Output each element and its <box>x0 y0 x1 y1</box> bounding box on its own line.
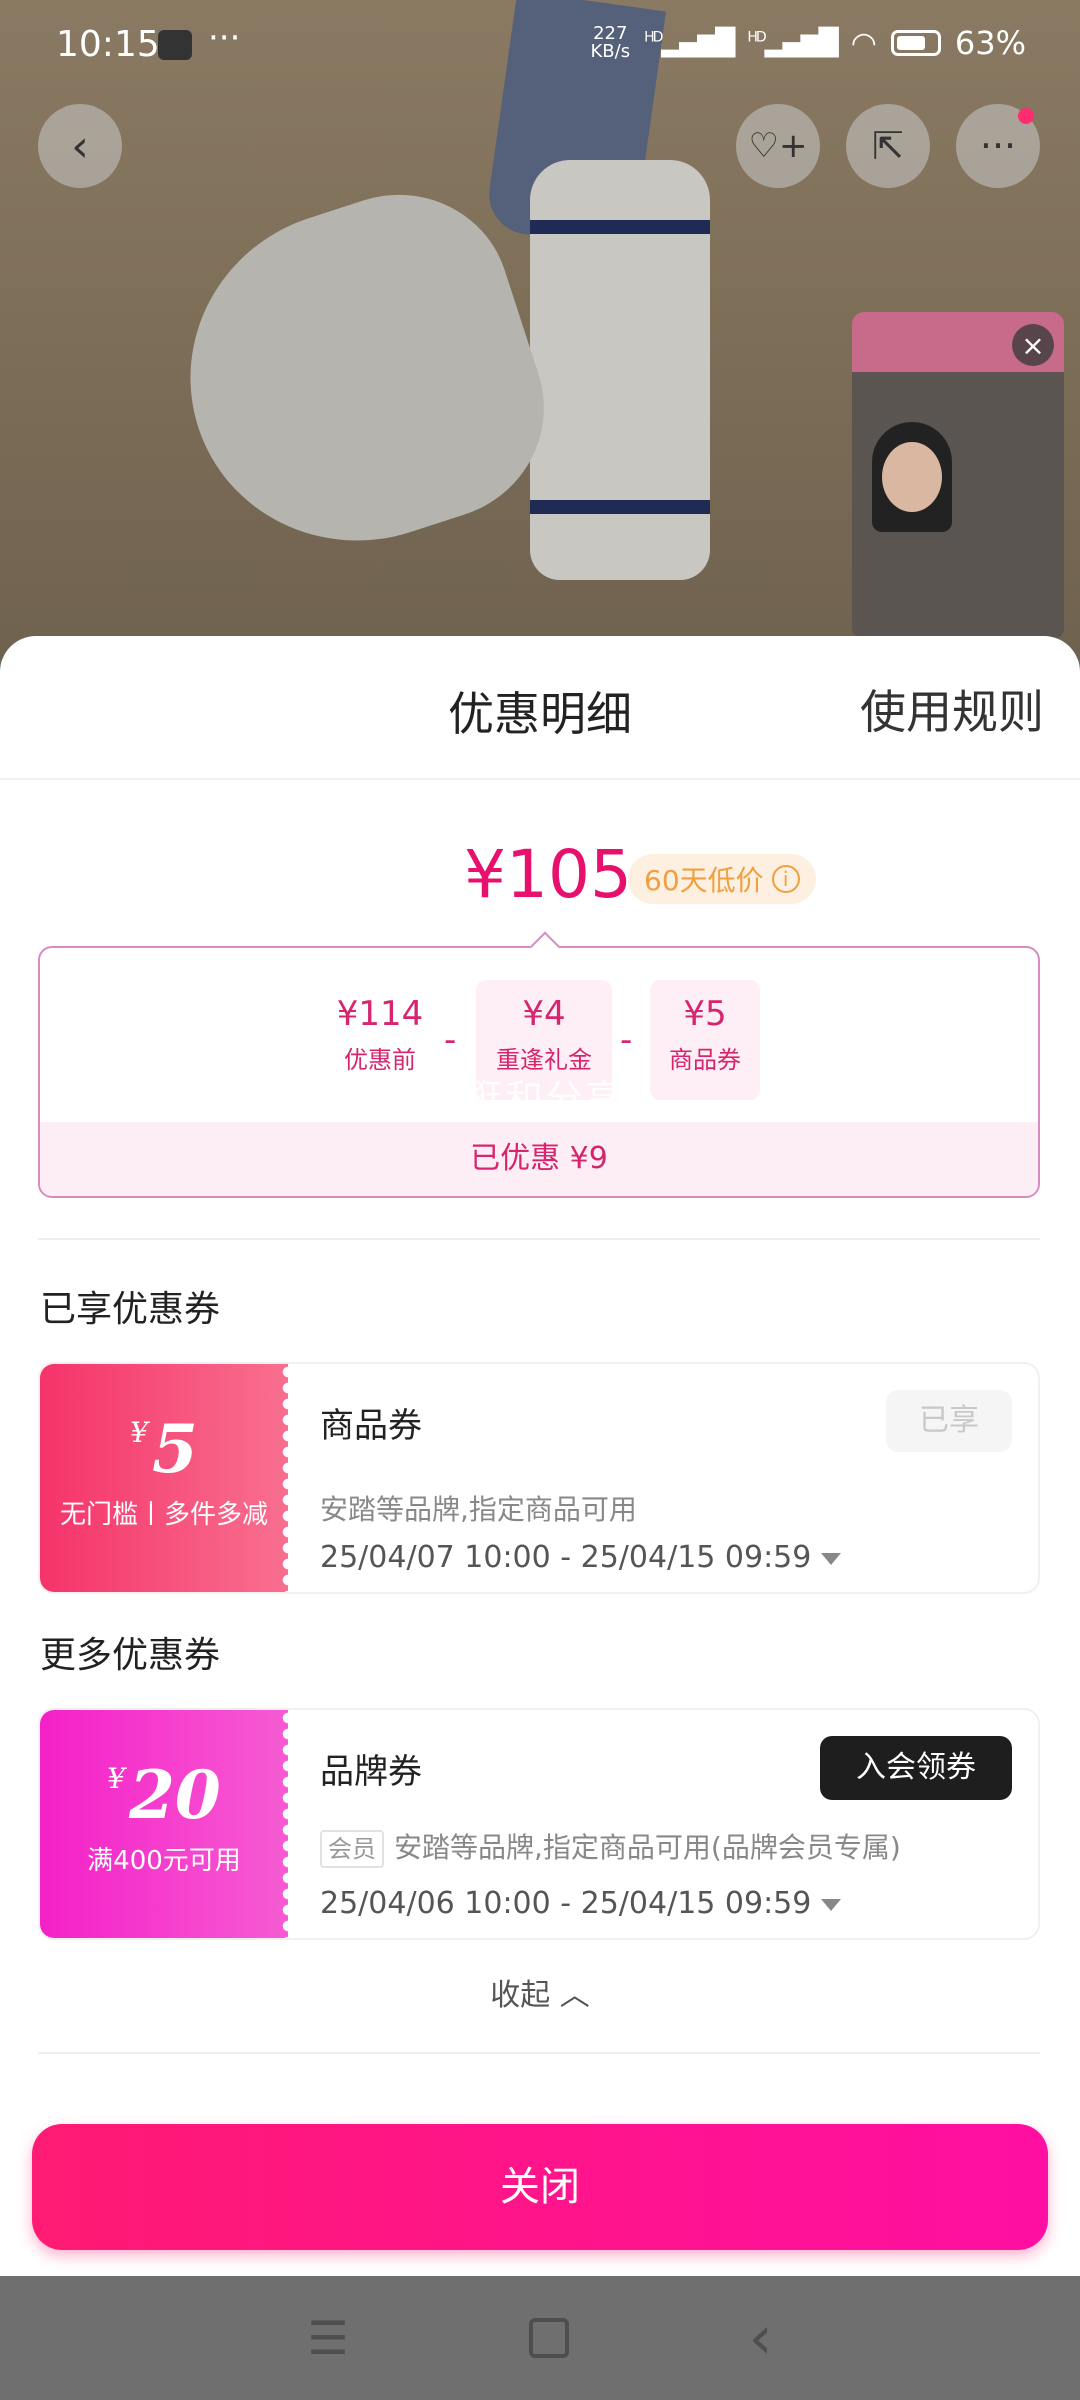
app-notification-icon <box>158 30 192 60</box>
dropdown-icon <box>821 1552 842 1565</box>
product-sock-image <box>530 160 710 580</box>
final-price: ¥105 <box>464 836 632 913</box>
watermark: 京东逛和分享 <box>385 1077 626 1121</box>
product-coupon-card[interactable]: ¥5 无门槛丨多件多减 商品券 已享 安踏等品牌,指定商品可用 25/04/07… <box>38 1362 1040 1594</box>
info-icon: i <box>771 865 800 893</box>
total-discount: 已优惠 ¥9 <box>40 1122 1038 1196</box>
divider <box>38 1238 1040 1240</box>
network-speed: 227 KB/s <box>590 23 631 62</box>
enjoyed-coupons-title: 已享优惠券 <box>40 1289 221 1330</box>
wifi-icon: ◠ <box>850 25 877 61</box>
minus-sign: - <box>620 1020 633 1060</box>
more-notifications-icon: ··· <box>208 18 241 58</box>
low-price-badge[interactable]: 60天低价 i <box>628 854 816 904</box>
battery-percent: 63% <box>954 24 1026 62</box>
battery-icon <box>890 30 941 56</box>
back-icon: ‹ <box>71 120 89 172</box>
heart-plus-icon: ♡+ <box>748 126 808 166</box>
price-breakdown: ¥114 优惠前 - ¥4 重逢礼金 - ¥5 商品券 已优惠 ¥9 京东逛和分… <box>38 931 1040 1198</box>
home-icon[interactable] <box>528 2318 569 2358</box>
status-indicators: 227 KB/s HD▂▄▆█ HD▂▄▆█ ◠ 63% <box>590 24 1026 62</box>
share-button[interactable]: ⇱ <box>846 104 930 188</box>
collapse-button[interactable]: 收起 ︿ <box>0 1970 1080 2014</box>
share-icon: ⇱ <box>872 124 904 168</box>
signal-icon-2: HD▂▄▆█ <box>747 28 838 58</box>
close-button[interactable]: 关闭 <box>32 2124 1048 2250</box>
member-tag: 会员 <box>320 1830 384 1868</box>
more-coupons-title: 更多优惠券 <box>40 1635 221 1676</box>
minus-sign: - <box>444 1020 457 1060</box>
brand-coupon-card[interactable]: ¥20 满400元可用 品牌券 入会领券 会员 安踏等品牌,指定商品可用(品牌会员… <box>38 1708 1040 1940</box>
notification-dot <box>1018 108 1034 124</box>
coupon-validity[interactable]: 25/04/07 10:00 - 25/04/15 09:59 <box>320 1540 842 1575</box>
status-bar: 10:15 ··· 227 KB/s HD▂▄▆█ HD▂▄▆█ ◠ 63% <box>0 0 1080 88</box>
coupon-validity[interactable]: 25/04/06 10:00 - 25/04/15 09:59 <box>320 1886 842 1921</box>
coupon-value: ¥20 满400元可用 <box>40 1710 294 1938</box>
sheet-header: 优惠明细 使用规则 <box>0 636 1080 780</box>
coupon-desc: 安踏等品牌,指定商品可用 <box>320 1493 637 1526</box>
signal-icon: HD▂▄▆█ <box>644 28 735 58</box>
divider <box>38 2052 1040 2054</box>
favorite-button[interactable]: ♡+ <box>736 104 820 188</box>
product-image: 10:15 ··· 227 KB/s HD▂▄▆█ HD▂▄▆█ ◠ 63% ‹… <box>0 0 1080 660</box>
back-button[interactable]: ‹ <box>38 104 122 188</box>
more-icon: ··· <box>979 124 1017 168</box>
price-row: ¥105 60天低价 i <box>0 836 1080 926</box>
product-coupon-item: ¥5 商品券 <box>650 980 760 1100</box>
discount-detail-sheet: 优惠明细 使用规则 ¥105 60天低价 i ¥114 优惠前 - ¥4 重逢礼… <box>0 636 1080 2276</box>
join-member-claim-button[interactable]: 入会领券 <box>820 1736 1012 1800</box>
dropdown-icon <box>821 1898 842 1911</box>
nav-back-icon[interactable]: ‹ <box>749 2303 773 2373</box>
more-button[interactable]: ··· <box>956 104 1040 188</box>
chevron-up-icon: ︿ <box>559 1978 590 2013</box>
usage-rules-link[interactable]: 使用规则 <box>860 676 1044 742</box>
enjoyed-status-badge: 已享 <box>886 1390 1012 1452</box>
coupon-desc: 会员 安踏等品牌,指定商品可用(品牌会员专属) <box>320 1826 901 1868</box>
menu-icon[interactable]: ☰ <box>307 2311 348 2365</box>
status-time: 10:15 <box>56 24 160 65</box>
system-nav-bar: ☰ ‹ <box>0 2276 1080 2400</box>
coupon-name: 品牌券 <box>320 1752 422 1792</box>
coupon-name: 商品券 <box>320 1406 422 1446</box>
coupon-value: ¥5 无门槛丨多件多减 <box>40 1364 294 1592</box>
close-icon[interactable]: × <box>1012 324 1054 366</box>
live-stream-thumbnail[interactable]: × <box>852 312 1064 640</box>
